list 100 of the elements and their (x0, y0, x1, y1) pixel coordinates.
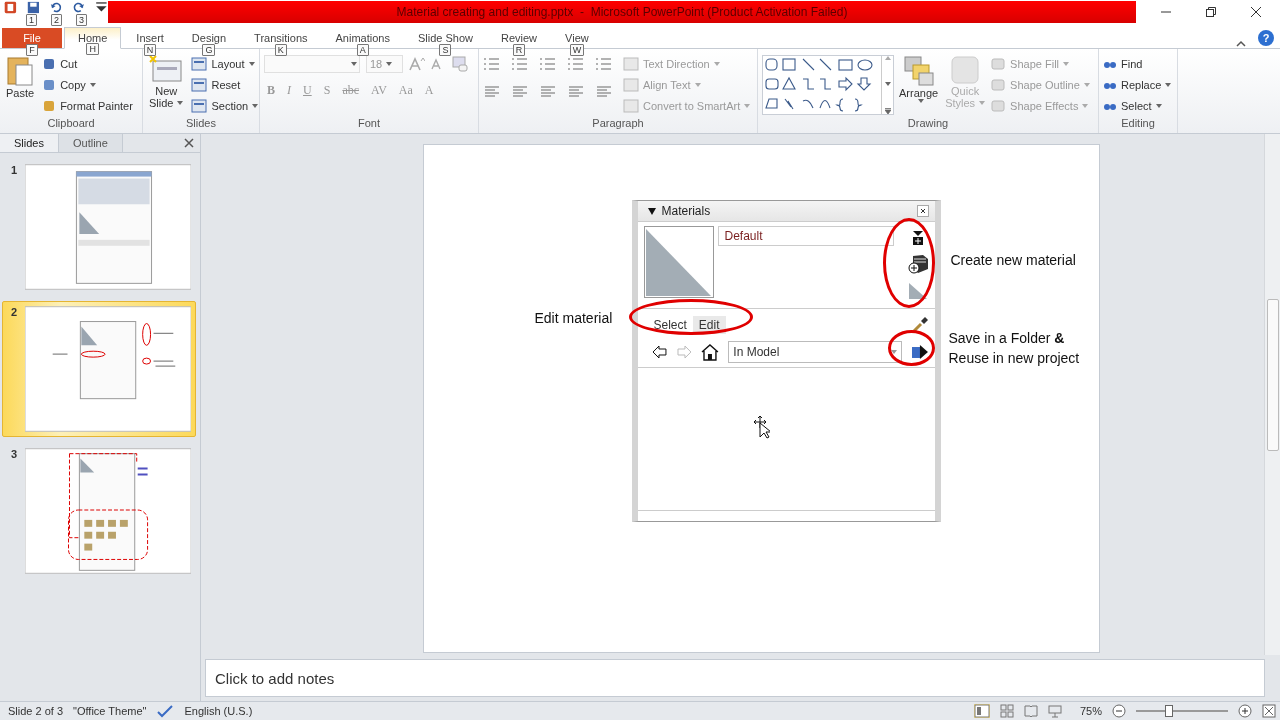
clipboard-command[interactable]: Format Painter (42, 97, 133, 115)
group-label: Font (357, 117, 381, 131)
caret-icon (386, 62, 393, 66)
keytip: 3 (76, 14, 87, 26)
arrange-icon (902, 55, 935, 87)
close-icon[interactable] (1250, 6, 1262, 18)
collapse-ribbon-icon[interactable] (1236, 40, 1246, 48)
keytip: N (143, 44, 157, 56)
material-name-field[interactable]: Default (717, 226, 894, 246)
keytip: 2 (51, 14, 62, 26)
normal-view-icon[interactable] (973, 704, 990, 718)
editing-command[interactable]: Select (1103, 97, 1172, 115)
app-logo-icon[interactable] (4, 1, 17, 14)
more-shapes-icon[interactable] (884, 108, 891, 114)
command-icon (42, 57, 57, 71)
fit-slide-icon[interactable] (1262, 704, 1276, 718)
slide-icon (149, 55, 184, 85)
group-label: Clipboard (46, 117, 96, 131)
panel-title: Materials (661, 204, 711, 218)
keytip: G (202, 44, 216, 56)
collection-dropdown[interactable]: In Model (728, 341, 902, 363)
caret-icon (917, 99, 924, 103)
slide-thumbnail[interactable] (24, 306, 191, 432)
zoom-out-icon[interactable] (1112, 704, 1126, 718)
text-layout-icon (623, 57, 639, 71)
zoom-slider-thumb[interactable] (1165, 705, 1174, 717)
clipboard-command[interactable]: Copy (42, 76, 133, 94)
slide-thumbnail[interactable] (24, 164, 191, 290)
caret-icon (248, 62, 255, 66)
caret-icon (1063, 62, 1070, 66)
slide-thumbnail-row[interactable]: 2 (2, 301, 196, 437)
details-arrow-icon[interactable] (910, 344, 929, 360)
new-slide-button[interactable]: New Slide (147, 55, 186, 109)
keytip: A (356, 44, 369, 56)
window-title: Material creating and editing.pptx - Microsoft PowerPoint (Product Activation Failed) (396, 5, 848, 19)
close-icon[interactable] (184, 138, 194, 148)
command-icon (42, 99, 57, 113)
scroll-up-icon[interactable] (884, 56, 891, 60)
back-arrow-icon[interactable] (651, 345, 668, 359)
shape-style-icon (990, 57, 1007, 71)
slides-command[interactable]: Layout (191, 55, 259, 73)
home-icon[interactable] (701, 343, 720, 361)
font-name-field[interactable] (264, 55, 360, 73)
reading-view-icon[interactable] (1023, 704, 1038, 718)
text-layout-icon (623, 78, 639, 92)
editing-command[interactable]: Find (1103, 55, 1172, 73)
zoom-in-icon[interactable] (1238, 704, 1252, 718)
grow-font-icon[interactable] (409, 57, 425, 71)
save-icon[interactable] (26, 1, 40, 14)
restore-icon[interactable] (1205, 6, 1217, 18)
shape-style-icon (990, 78, 1007, 92)
command-icon (42, 78, 57, 92)
slide-thumbnail-row[interactable]: 1 (2, 159, 196, 295)
theme-name: "Office Theme" (73, 705, 147, 717)
undo-icon[interactable] (49, 1, 63, 14)
notes-area[interactable]: Click to add notes (205, 659, 1265, 697)
caret-icon (694, 83, 701, 87)
styles-icon (950, 55, 981, 85)
move-cursor-icon (751, 415, 770, 439)
sorter-view-icon[interactable] (999, 704, 1014, 718)
slide-number: 3 (11, 448, 19, 460)
display-material-icon[interactable] (911, 230, 924, 246)
keytip: R (512, 44, 526, 56)
slide-number: 2 (11, 306, 19, 318)
slide-thumbnail-row[interactable]: 3 (2, 443, 196, 579)
callout-text: Create new material (950, 251, 1076, 270)
slide-canvas[interactable]: Materials Default Select Edit In Model Edit material Create new material Save in a Folder & Reuse in new project (422, 144, 1100, 653)
zoom-level[interactable]: 75% (1079, 705, 1102, 717)
layout-icon (191, 57, 208, 71)
vertical-scrollbar[interactable] (1264, 134, 1280, 655)
caret-icon (177, 101, 184, 105)
paste-button[interactable]: Paste (4, 55, 37, 99)
editing-command[interactable]: Replace (1103, 76, 1172, 94)
caret-icon (713, 62, 720, 66)
help-button[interactable]: ? (1258, 30, 1274, 46)
clipboard-command[interactable]: Cut (42, 55, 133, 73)
create-material-icon[interactable] (906, 254, 929, 274)
arrange-button[interactable]: Arrange (897, 55, 941, 103)
slide-thumbnail[interactable] (24, 448, 191, 574)
caret-icon (979, 101, 986, 105)
caret-icon (890, 350, 897, 354)
shape-style-icon (990, 99, 1007, 113)
caret-icon (744, 104, 751, 108)
ribbon-tab[interactable]: File (2, 28, 62, 48)
slides-command[interactable]: Section (191, 97, 259, 115)
language-indicator[interactable]: English (U.S.) (184, 705, 253, 717)
keytip: 1 (26, 14, 37, 26)
slides-command[interactable]: Reset (191, 76, 259, 94)
slide-number: 1 (11, 164, 19, 176)
group-label: Slides (185, 117, 217, 131)
customize-caret-icon[interactable] (95, 1, 108, 14)
slideshow-view-icon[interactable] (1047, 704, 1062, 718)
notes-placeholder: Click to add notes (215, 669, 335, 687)
pane-tab[interactable]: Slides (0, 134, 59, 152)
scroll-down-icon[interactable] (884, 82, 891, 86)
redo-icon[interactable] (72, 1, 86, 14)
spelling-check-icon[interactable] (156, 704, 175, 718)
pane-tab[interactable]: Outline (58, 134, 123, 152)
group-label: Editing (1120, 117, 1156, 131)
close-icon[interactable] (916, 205, 929, 217)
